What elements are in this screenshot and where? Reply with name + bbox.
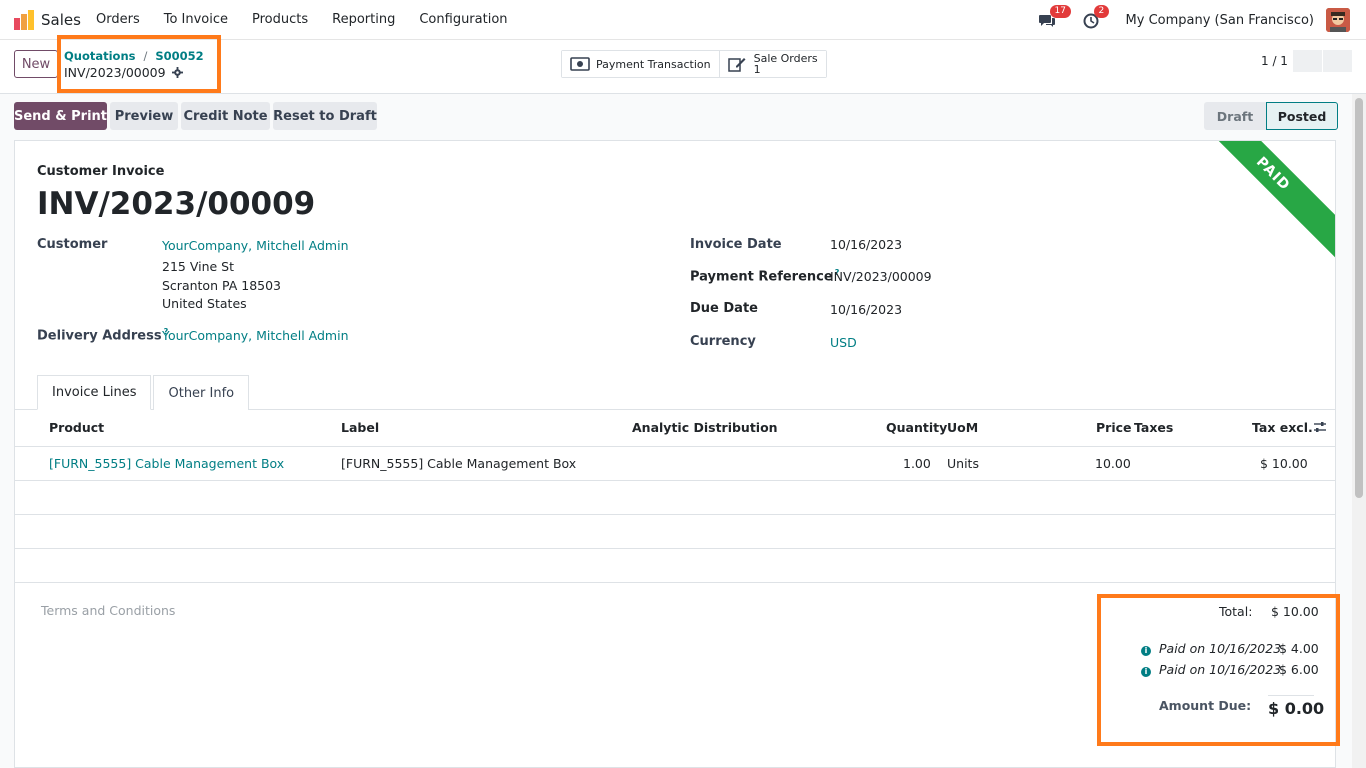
col-product[interactable]: Product — [49, 420, 104, 435]
money-icon — [570, 57, 590, 71]
col-analytic-distribution[interactable]: Analytic Distribution — [632, 420, 778, 435]
column-settings-icon[interactable] — [1313, 421, 1327, 433]
customer-address-city: Scranton PA 18503 — [162, 278, 282, 293]
menu-orders[interactable]: Orders — [96, 12, 140, 27]
row-product-link[interactable]: [FURN_5555] Cable Management Box — [49, 456, 284, 471]
sale-orders-label: Sale Orders — [753, 52, 818, 65]
main-menu: Orders To Invoice Products Reporting Con… — [96, 12, 532, 27]
table-row-divider — [15, 480, 1335, 481]
col-taxes[interactable]: Taxes — [1134, 420, 1173, 435]
row-uom[interactable]: Units — [947, 456, 979, 471]
col-price[interactable]: Price — [1096, 420, 1132, 435]
notebook-tabs: Invoice Lines Other Info — [37, 375, 251, 410]
row-label[interactable]: [FURN_5555] Cable Management Box — [341, 456, 576, 471]
customer-link[interactable]: YourCompany, Mitchell Admin — [162, 238, 349, 253]
new-button[interactable]: New — [14, 50, 58, 78]
payment-transaction-button[interactable]: Payment Transaction — [562, 51, 720, 77]
user-avatar[interactable] — [1326, 8, 1350, 32]
app-name[interactable]: Sales — [41, 11, 81, 29]
pager-previous-button[interactable] — [1293, 50, 1322, 72]
table-row-divider — [15, 514, 1335, 515]
currency-label: Currency — [690, 334, 756, 349]
navbar-right: 17 2 My Company (San Francisco) — [1038, 5, 1350, 32]
pager-next-button[interactable] — [1323, 50, 1352, 72]
scrollbar-thumb[interactable] — [1355, 98, 1363, 498]
menu-to-invoice[interactable]: To Invoice — [164, 12, 228, 27]
table-header-divider — [15, 446, 1335, 447]
tab-other-info[interactable]: Other Info — [153, 375, 250, 410]
vertical-scrollbar[interactable] — [1352, 94, 1366, 768]
status-posted[interactable]: Posted — [1266, 102, 1338, 130]
status-bar: Draft Posted — [1204, 102, 1338, 130]
action-bar: Send & Print Preview Credit Note Reset t… — [0, 94, 1352, 140]
breadcrumb-highlight — [57, 35, 221, 93]
col-label[interactable]: Label — [341, 420, 379, 435]
messages-button[interactable]: 17 — [1038, 5, 1071, 31]
sales-app-icon[interactable] — [14, 10, 34, 30]
smart-buttons: Payment Transaction Sale Orders 1 — [561, 50, 827, 78]
menu-products[interactable]: Products — [252, 12, 308, 27]
send-print-button[interactable]: Send & Print — [14, 102, 107, 130]
sale-orders-button[interactable]: Sale Orders 1 — [719, 51, 826, 77]
paid-ribbon: PAID — [1184, 141, 1335, 263]
activities-button[interactable]: 2 — [1082, 5, 1110, 31]
payment-reference-label: Payment Reference? — [690, 268, 840, 285]
invoice-date-value[interactable]: 10/16/2023 — [830, 237, 902, 252]
due-date-value[interactable]: 10/16/2023 — [830, 302, 902, 317]
avatar-face-icon — [1326, 8, 1350, 32]
status-draft[interactable]: Draft — [1204, 102, 1266, 130]
document-type: Customer Invoice — [37, 164, 165, 179]
col-quantity[interactable]: Quantity — [886, 420, 947, 435]
menu-reporting[interactable]: Reporting — [332, 12, 395, 27]
currency-link[interactable]: USD — [830, 335, 857, 350]
edit-icon — [727, 58, 746, 72]
preview-button[interactable]: Preview — [110, 102, 178, 130]
terms-and-conditions-field[interactable]: Terms and Conditions — [41, 603, 175, 618]
reset-to-draft-button[interactable]: Reset to Draft — [273, 102, 377, 130]
col-tax-excluded[interactable]: Tax excl. — [1252, 420, 1313, 435]
company-switcher[interactable]: My Company (San Francisco) — [1126, 13, 1314, 28]
customer-label: Customer — [37, 237, 108, 252]
messages-badge: 17 — [1049, 5, 1071, 18]
delivery-address-label: Delivery Address? — [37, 327, 169, 344]
payment-reference-value[interactable]: INV/2023/00009 — [830, 269, 932, 284]
customer-address-street: 215 Vine St — [162, 259, 235, 274]
menu-configuration[interactable]: Configuration — [419, 12, 507, 27]
sale-orders-count: 1 — [753, 63, 761, 76]
credit-note-button[interactable]: Credit Note — [181, 102, 270, 130]
invoice-number-title: INV/2023/00009 — [37, 186, 316, 222]
row-quantity[interactable]: 1.00 — [903, 456, 931, 471]
due-date-label: Due Date — [690, 301, 758, 316]
invoice-date-label: Invoice Date — [690, 237, 782, 252]
totals-highlight — [1097, 594, 1340, 746]
col-uom[interactable]: UoM — [947, 420, 978, 435]
pager-buttons — [1293, 50, 1353, 72]
top-navbar: Sales Orders To Invoice Products Reporti… — [0, 0, 1366, 40]
tab-invoice-lines[interactable]: Invoice Lines — [37, 375, 152, 410]
table-row-divider — [15, 548, 1335, 549]
activities-badge: 2 — [1093, 5, 1110, 18]
payment-transaction-label: Payment Transaction — [596, 57, 711, 71]
customer-address-country: United States — [162, 296, 247, 311]
pager-value[interactable]: 1 / 1 — [1261, 54, 1288, 68]
row-price[interactable]: 10.00 — [1095, 456, 1131, 471]
row-subtotal: $ 10.00 — [1260, 456, 1308, 471]
delivery-address-link[interactable]: YourCompany, Mitchell Admin — [162, 328, 349, 343]
